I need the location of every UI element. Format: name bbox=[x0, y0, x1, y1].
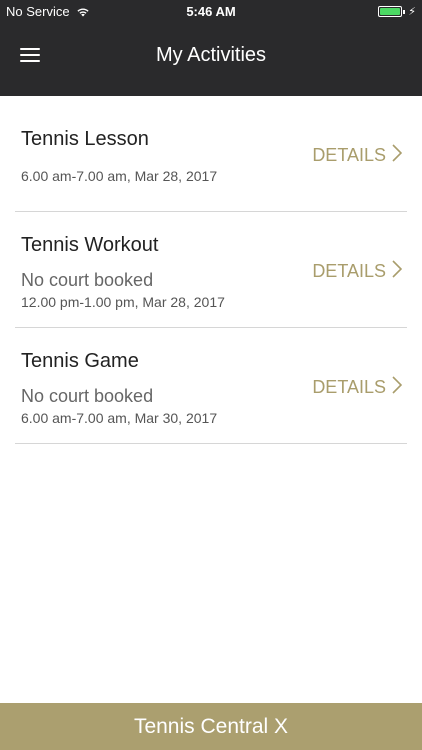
footer-brand-bar: Tennis Central X bbox=[0, 703, 422, 750]
details-label: DETAILS bbox=[312, 377, 386, 397]
activity-time: 6.00 am-7.00 am, Mar 30, 2017 bbox=[21, 410, 218, 426]
header: No Service 5:46 AM ⚡ My Activities bbox=[0, 0, 422, 96]
activities-list: Tennis Lesson 6.00 am-7.00 am, Mar 28, 2… bbox=[0, 96, 422, 444]
footer-brand-label: Tennis Central X bbox=[133, 715, 289, 738]
charging-bolt-icon: ⚡ bbox=[408, 6, 416, 18]
activity-time: 6.00 am-7.00 am, Mar 28, 2017 bbox=[21, 168, 218, 184]
page-title: My Activities bbox=[155, 44, 267, 66]
details-button[interactable]: DETAILS bbox=[312, 260, 403, 283]
details-button[interactable]: DETAILS bbox=[312, 376, 403, 399]
chevron-right-icon bbox=[392, 144, 403, 167]
court-status: No court booked bbox=[21, 270, 154, 290]
activity-title: Tennis Game bbox=[21, 350, 139, 372]
activity-row[interactable]: Tennis Workout No court booked 12.00 pm-… bbox=[15, 212, 407, 328]
activity-title: Tennis Workout bbox=[21, 234, 159, 256]
chevron-right-icon bbox=[392, 376, 403, 399]
activity-row[interactable]: Tennis Lesson 6.00 am-7.00 am, Mar 28, 2… bbox=[15, 96, 407, 212]
activity-title: Tennis Lesson bbox=[21, 128, 149, 150]
status-time: 5:46 AM bbox=[186, 4, 236, 19]
details-label: DETAILS bbox=[312, 145, 386, 165]
battery-group: ⚡ bbox=[378, 5, 416, 18]
details-button[interactable]: DETAILS bbox=[312, 144, 403, 167]
battery-icon bbox=[378, 6, 403, 17]
activity-row[interactable]: Tennis Game No court booked 6.00 am-7.00… bbox=[15, 328, 407, 444]
battery-tip bbox=[403, 9, 406, 14]
activity-time: 12.00 pm-1.00 pm, Mar 28, 2017 bbox=[21, 294, 225, 310]
chevron-right-icon bbox=[392, 260, 403, 283]
status-bar: No Service 5:46 AM ⚡ bbox=[0, 0, 422, 22]
details-label: DETAILS bbox=[312, 261, 386, 281]
navigation-bar: My Activities bbox=[0, 22, 422, 96]
court-status: No court booked bbox=[21, 386, 154, 406]
battery-fill bbox=[380, 8, 401, 15]
